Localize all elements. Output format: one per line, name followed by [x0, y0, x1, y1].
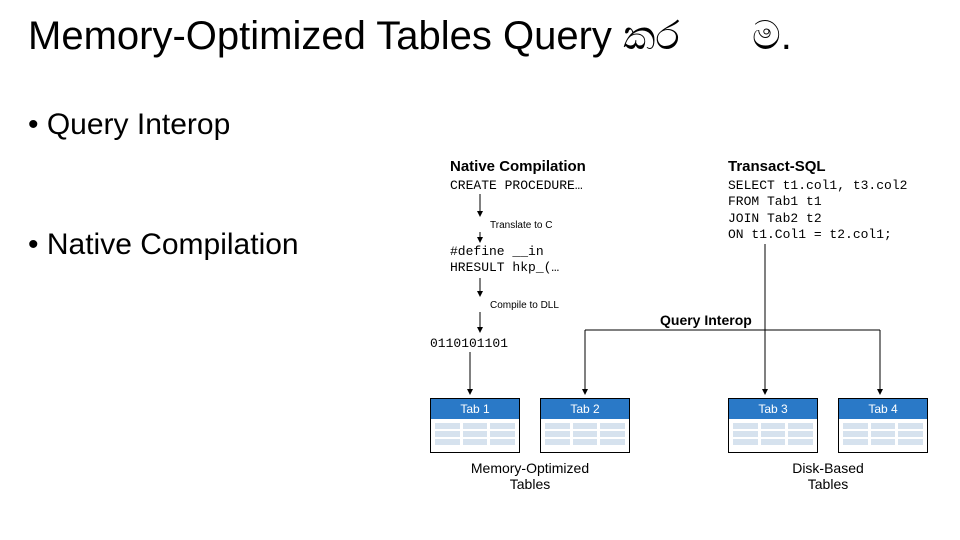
slide-title: Memory-Optimized Tables Query කර: [28, 14, 680, 59]
label-compile-to-dll: Compile to DLL: [490, 300, 559, 311]
slide-title-extra: ම.: [752, 14, 792, 59]
table-tab2: Tab 2: [540, 398, 630, 453]
table-rows: [431, 419, 519, 452]
code-create-procedure: CREATE PROCEDURE…: [450, 178, 583, 193]
code-c-snippet: #define __in HRESULT hkp_(…: [450, 244, 559, 275]
heading-native-compilation: Native Compilation: [450, 158, 586, 175]
bullet-native-compilation: • Native Compilation: [28, 228, 299, 262]
table-tab4: Tab 4: [838, 398, 928, 453]
code-sql-select: SELECT t1.col1, t3.col2 FROM Tab1 t1 JOI…: [728, 178, 907, 243]
table-header: Tab 4: [839, 399, 927, 419]
table-rows: [839, 419, 927, 452]
table-rows: [729, 419, 817, 452]
heading-transact-sql: Transact-SQL: [728, 158, 826, 175]
table-tab3: Tab 3: [728, 398, 818, 453]
label-query-interop: Query Interop: [660, 312, 752, 328]
slide: Memory-Optimized Tables Query කර ම. • Qu…: [0, 0, 960, 540]
table-header: Tab 1: [431, 399, 519, 419]
table-header: Tab 3: [729, 399, 817, 419]
code-binary: 0110101101: [430, 336, 508, 351]
table-tab1: Tab 1: [430, 398, 520, 453]
label-translate-to-c: Translate to C: [490, 220, 552, 231]
caption-disk-based-tables: Disk-Based Tables: [728, 460, 928, 492]
table-rows: [541, 419, 629, 452]
bullet-query-interop: • Query Interop: [28, 108, 230, 142]
table-header: Tab 2: [541, 399, 629, 419]
caption-memory-optimized-tables: Memory-Optimized Tables: [430, 460, 630, 492]
